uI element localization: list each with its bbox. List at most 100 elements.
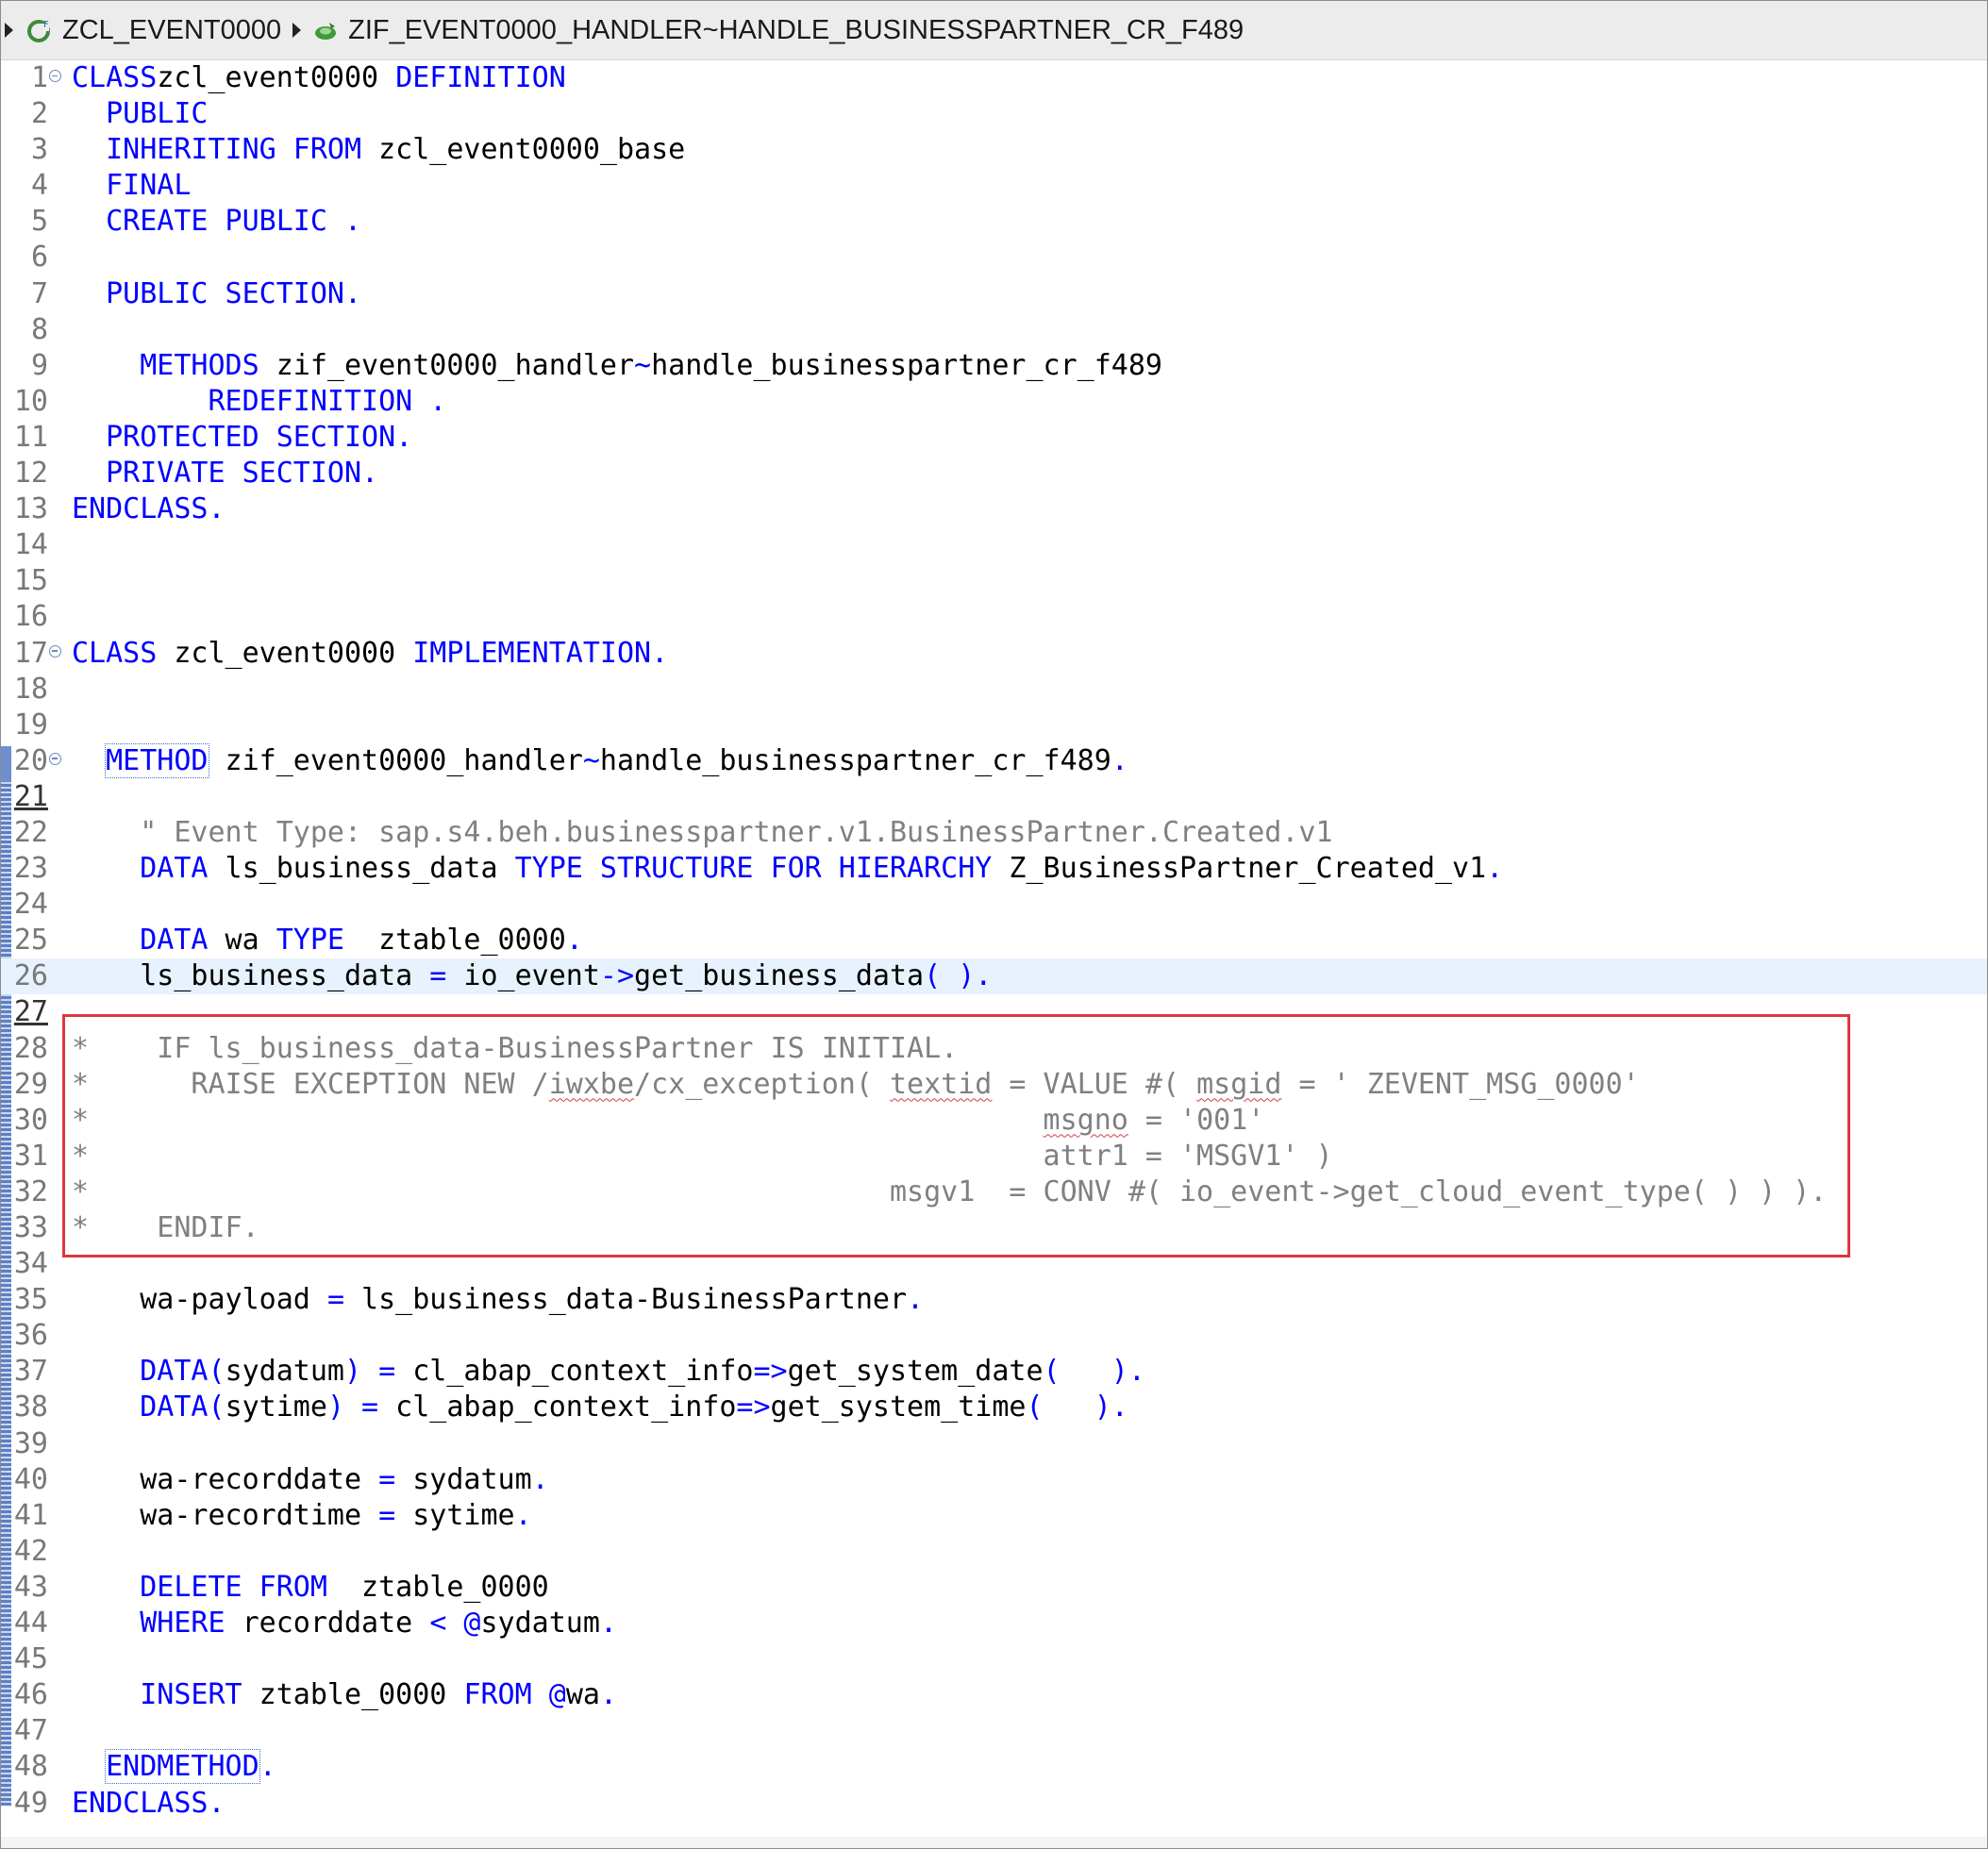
code-line[interactable]: 31 * attr1 = 'MSGV1' ) bbox=[1, 1139, 1987, 1174]
comment-token: textid bbox=[889, 1067, 993, 1101]
abap-editor-window: F ZCL_EVENT0000 ZIF_EVENT0000_HANDLER~HA… bbox=[0, 0, 1988, 1849]
code-line[interactable]: 16 bbox=[1, 599, 1987, 635]
code-line[interactable]: 35 wa-payload = ls_business_data-Busines… bbox=[1, 1282, 1987, 1318]
breadcrumb-method-name[interactable]: ZIF_EVENT0000_HANDLER~HANDLE_BUSINESSPAR… bbox=[348, 15, 1244, 46]
keyword-token: DATA bbox=[72, 924, 209, 958]
breadcrumb-class-name[interactable]: ZCL_EVENT0000 bbox=[62, 15, 281, 46]
code-token: ls_business_data bbox=[208, 852, 515, 886]
fold-toggle-icon[interactable] bbox=[49, 644, 61, 658]
keyword-token: => bbox=[753, 1355, 788, 1389]
code-text: * ENDIF. bbox=[72, 1210, 259, 1246]
code-line[interactable]: 47 bbox=[1, 1713, 1987, 1749]
code-token: handle_businesspartner_cr_f489 bbox=[651, 348, 1162, 382]
code-line[interactable]: 7 PUBLIC SECTION. bbox=[1, 276, 1987, 312]
fold-toggle-icon[interactable] bbox=[49, 752, 61, 765]
code-token: sytime bbox=[225, 1391, 327, 1424]
breadcrumb-expand-icon[interactable] bbox=[5, 23, 13, 38]
code-token: ztable_0000 bbox=[344, 924, 566, 958]
code-line[interactable]: 43 DELETE FROM ztable_0000 bbox=[1, 1570, 1987, 1606]
code-line[interactable]: 48 ENDMETHOD. bbox=[1, 1749, 1987, 1785]
code-line[interactable]: 38 DATA(sytime) = cl_abap_context_info=>… bbox=[1, 1390, 1987, 1425]
code-line[interactable]: 23 DATA ls_business_data TYPE STRUCTURE … bbox=[1, 851, 1987, 887]
code-line[interactable]: 2 PUBLIC bbox=[1, 96, 1987, 132]
code-token: ls_business_data-BusinessPartner bbox=[344, 1283, 908, 1317]
code-line[interactable]: 24 bbox=[1, 887, 1987, 923]
comment-token: msgid bbox=[1196, 1067, 1282, 1101]
code-line[interactable]: 11 PROTECTED SECTION. bbox=[1, 420, 1987, 456]
code-line[interactable]: 19 bbox=[1, 708, 1987, 743]
code-line[interactable]: 6 bbox=[1, 240, 1987, 275]
code-line[interactable]: 18 bbox=[1, 672, 1987, 708]
comment-token: msgno bbox=[1043, 1103, 1128, 1137]
code-line[interactable]: 15 bbox=[1, 563, 1987, 599]
code-line[interactable]: 27 bbox=[1, 994, 1987, 1030]
code-editor[interactable]: 1 CLASSzcl_event0000 DEFINITION 2 PUBLIC 3 … bbox=[1, 60, 1987, 1848]
code-line[interactable]: 36 bbox=[1, 1318, 1987, 1354]
line-number: 11 bbox=[13, 420, 48, 454]
line-number: 25 bbox=[13, 924, 48, 958]
code-line[interactable]: 1 CLASSzcl_event0000 DEFINITION bbox=[1, 60, 1987, 96]
code-text: ENDCLASS. bbox=[72, 491, 226, 527]
keyword-token: = bbox=[326, 1283, 344, 1317]
code-line[interactable]: 22 " Event Type: sap.s4.beh.businesspart… bbox=[1, 815, 1987, 851]
code-text: INSERT ztable_0000 FROM @wa. bbox=[72, 1677, 617, 1713]
code-line[interactable]: 9 METHODS zif_event0000_handler~handle_b… bbox=[1, 348, 1987, 384]
code-text: PROTECTED SECTION. bbox=[72, 420, 412, 456]
code-line[interactable]: 33 * ENDIF. bbox=[1, 1210, 1987, 1246]
code-line[interactable]: 45 bbox=[1, 1641, 1987, 1677]
code-text: * attr1 = 'MSGV1' ) bbox=[72, 1139, 1333, 1174]
code-line[interactable]: 25 DATA wa TYPE ztable_0000. bbox=[1, 923, 1987, 958]
keyword-token: => bbox=[736, 1391, 771, 1424]
code-line[interactable]: 44 WHERE recorddate < @sydatum. bbox=[1, 1606, 1987, 1641]
line-number: 32 bbox=[13, 1174, 48, 1208]
code-line[interactable]: 39 bbox=[1, 1426, 1987, 1462]
comment-token: /cx_exception( bbox=[634, 1067, 890, 1101]
code-line[interactable]: 37 DATA(sydatum) = cl_abap_context_info=… bbox=[1, 1354, 1987, 1390]
code-token: sydatum bbox=[225, 1355, 344, 1389]
fold-toggle-icon[interactable] bbox=[49, 70, 61, 82]
code-line[interactable]: 46 INSERT ztable_0000 FROM @wa. bbox=[1, 1677, 1987, 1713]
code-line[interactable]: 41 wa-recordtime = sytime. bbox=[1, 1498, 1987, 1534]
code-token: recorddate bbox=[225, 1607, 430, 1641]
code-text: * RAISE EXCEPTION NEW /iwxbe/cx_exceptio… bbox=[72, 1067, 1640, 1103]
code-text: * msgv1 = CONV #( io_event->get_cloud_ev… bbox=[72, 1174, 1827, 1210]
code-line[interactable]: 20 METHOD zif_event0000_handler~handle_b… bbox=[1, 742, 1987, 779]
code-line[interactable]: 42 bbox=[1, 1534, 1987, 1570]
code-line[interactable]: 32 * msgv1 = CONV #( io_event->get_cloud_… bbox=[1, 1174, 1987, 1210]
code-line[interactable]: 8 bbox=[1, 312, 1987, 348]
code-line[interactable]: 40 wa-recorddate = sydatum. bbox=[1, 1462, 1987, 1498]
keyword-token: . bbox=[565, 924, 583, 958]
code-lines: 1 CLASSzcl_event0000 DEFINITION 2 PUBLIC 3 … bbox=[1, 60, 1987, 1822]
line-number: 43 bbox=[13, 1570, 48, 1604]
line-number: 49 bbox=[13, 1786, 48, 1820]
abap-method-icon bbox=[315, 23, 337, 40]
keyword-token: . bbox=[599, 1678, 617, 1712]
code-token: ztable_0000 bbox=[326, 1570, 549, 1604]
code-line[interactable]: 26 ls_business_data = io_event->get_busi… bbox=[1, 958, 1987, 995]
code-line[interactable]: 13 ENDCLASS. bbox=[1, 491, 1987, 527]
code-token: zif_event0000_handler bbox=[259, 348, 635, 382]
code-text: DATA(sydatum) = cl_abap_context_info=>ge… bbox=[72, 1354, 1145, 1390]
line-number: 5 bbox=[30, 205, 48, 239]
code-line[interactable]: 14 bbox=[1, 527, 1987, 563]
code-line[interactable]: 3 INHERITING FROM zcl_event0000_base bbox=[1, 132, 1987, 168]
code-line[interactable]: 34 bbox=[1, 1246, 1987, 1282]
line-number: 16 bbox=[13, 600, 48, 634]
horizontal-scrollbar[interactable] bbox=[1, 1837, 1987, 1848]
code-line[interactable]: 12 PRIVATE SECTION. bbox=[1, 456, 1987, 491]
code-line[interactable]: 29 * RAISE EXCEPTION NEW /iwxbe/cx_except… bbox=[1, 1067, 1987, 1103]
code-line[interactable]: 10 REDEFINITION . bbox=[1, 384, 1987, 420]
code-token: wa-recordtime bbox=[72, 1498, 379, 1532]
line-number: 8 bbox=[30, 312, 48, 346]
code-line[interactable]: 49 ENDCLASS. bbox=[1, 1786, 1987, 1822]
line-number: 3 bbox=[30, 133, 48, 167]
comment-token: * IF ls_business_data-BusinessPartner IS… bbox=[72, 1031, 959, 1065]
code-line[interactable]: 17 CLASS zcl_event0000 IMPLEMENTATION. bbox=[1, 636, 1987, 672]
code-line[interactable]: 4 FINAL bbox=[1, 168, 1987, 204]
code-line[interactable]: 5 CREATE PUBLIC . bbox=[1, 204, 1987, 240]
code-line[interactable]: 30 * msgno = '001' bbox=[1, 1103, 1987, 1139]
code-token: cl_abap_context_info bbox=[378, 1391, 737, 1424]
code-line[interactable]: 28 * IF ls_business_data-BusinessPartner … bbox=[1, 1031, 1987, 1067]
line-number: 12 bbox=[13, 457, 48, 491]
code-line[interactable]: 21 bbox=[1, 779, 1987, 815]
